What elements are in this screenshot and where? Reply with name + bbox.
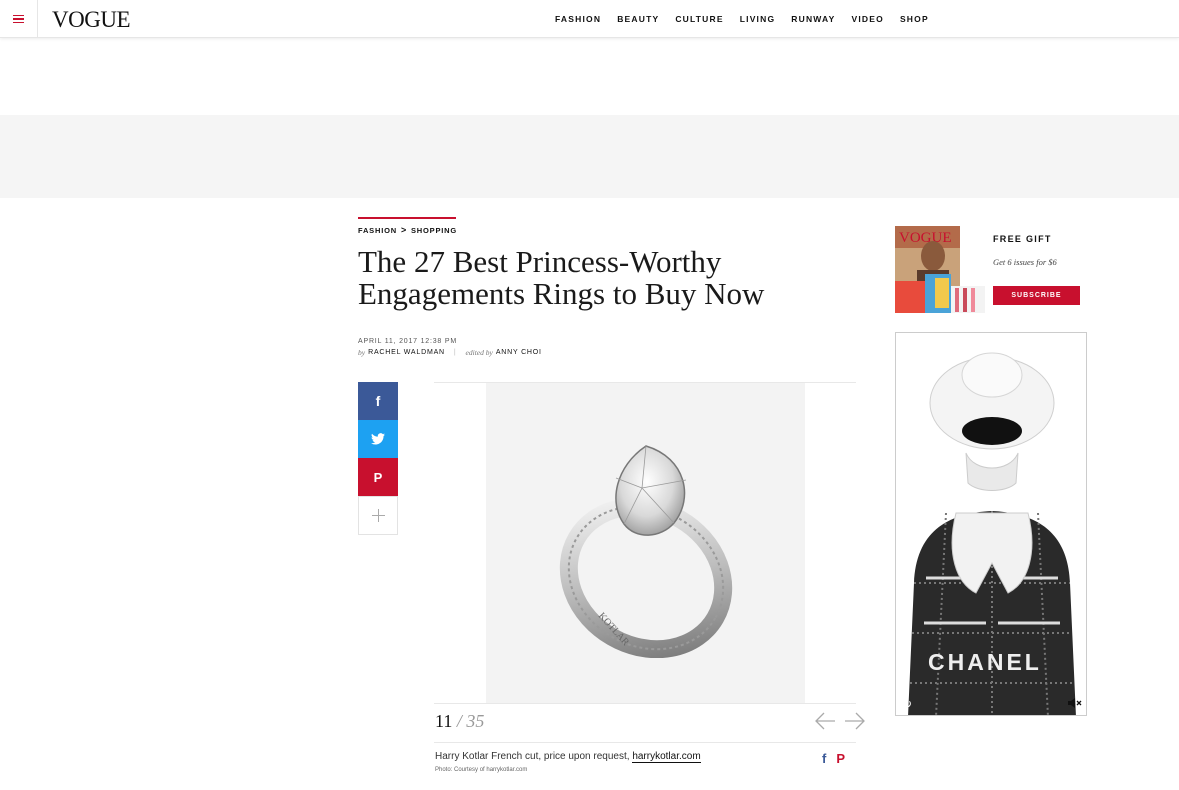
previous-slide-button[interactable]	[814, 711, 836, 731]
article-title: The 27 Best Princess-Worthy Engagements …	[358, 244, 765, 311]
more-share-button[interactable]	[358, 496, 398, 535]
main-nav: FASHION BEAUTY CULTURE LIVING RUNWAY VID…	[555, 14, 945, 24]
twitter-icon	[371, 433, 385, 445]
leaderboard-ad-slot	[0, 115, 1179, 198]
breadcrumb: FASHION > SHOPPING	[358, 217, 456, 235]
magazine-cover-art: VOGUE	[895, 226, 985, 313]
subscribe-button[interactable]: SUBSCRIBE	[993, 286, 1080, 305]
editor-link[interactable]: ANNY CHOI	[496, 349, 542, 356]
sidebar-ad[interactable]: CHANEL ↻	[895, 332, 1087, 716]
nav-living[interactable]: LIVING	[740, 14, 776, 24]
pinterest-share-button[interactable]: P	[358, 458, 398, 496]
caption-facebook-icon[interactable]: f	[822, 751, 826, 766]
promo-title: FREE GIFT	[993, 234, 1052, 244]
caption-link[interactable]: harrykotlar.com	[632, 751, 701, 763]
by-prefix: by	[358, 348, 366, 357]
hamburger-icon	[13, 14, 24, 24]
next-slide-button[interactable]	[844, 711, 866, 731]
gallery-bottom-divider	[434, 703, 856, 704]
photo-credit: Photo: Courtesy of harrykotlar.com	[435, 767, 528, 773]
article-meta: APRIL 11, 2017 12:38 PM by RACHEL WALDMA…	[358, 338, 542, 357]
ring-image: KOTLAR	[559, 445, 732, 658]
breadcrumb-fashion[interactable]: FASHION	[358, 226, 397, 235]
caption-pinterest-icon[interactable]: P	[836, 751, 845, 766]
nav-culture[interactable]: CULTURE	[675, 14, 723, 24]
nav-beauty[interactable]: BEAUTY	[617, 14, 659, 24]
vogue-logo[interactable]: VOGUE	[52, 7, 131, 33]
caption-text: Harry Kotlar French cut, price upon requ…	[435, 751, 633, 762]
replay-icon[interactable]: ↻	[902, 697, 912, 711]
gallery-arrows	[806, 711, 866, 731]
twitter-share-button[interactable]	[358, 420, 398, 458]
breadcrumb-separator: >	[400, 225, 407, 235]
promo-subtitle: Get 6 issues for $6	[993, 257, 1057, 267]
slide-slash: /	[456, 711, 462, 731]
caption-divider	[434, 742, 856, 743]
ad-brand-text: CHANEL	[928, 649, 1042, 675]
nav-shop[interactable]: SHOP	[900, 14, 929, 24]
nav-video[interactable]: VIDEO	[851, 14, 883, 24]
nav-fashion[interactable]: FASHION	[555, 14, 601, 24]
caption-share: f P	[822, 751, 845, 766]
gallery-slide-image[interactable]: KOTLAR	[486, 383, 805, 703]
edited-prefix: edited by	[465, 348, 493, 357]
arrow-left-icon	[815, 712, 835, 730]
mute-icon[interactable]	[1066, 695, 1082, 711]
slide-counter: 11 / 35	[435, 711, 484, 732]
pinterest-icon: P	[373, 469, 383, 485]
top-navigation-bar: VOGUE FASHION BEAUTY CULTURE LIVING RUNW…	[0, 0, 1179, 38]
breadcrumb-shopping[interactable]: SHOPPING	[411, 226, 457, 235]
meta-divider: |	[453, 349, 457, 356]
author-link[interactable]: RACHEL WALDMAN	[368, 349, 445, 356]
magazine-cover[interactable]: VOGUE	[895, 226, 985, 313]
hamburger-menu-button[interactable]	[0, 0, 38, 38]
plus-icon	[371, 509, 385, 522]
slide-total: 35	[466, 711, 485, 731]
publish-date: APRIL 11, 2017 12:38 PM	[358, 338, 457, 345]
arrow-right-icon	[845, 712, 865, 730]
facebook-icon: f	[375, 393, 381, 409]
magazine-logo: VOGUE	[899, 230, 952, 246]
slide-caption: Harry Kotlar French cut, price upon requ…	[435, 751, 701, 763]
slide-current: 11	[435, 711, 453, 731]
facebook-share-button[interactable]: f	[358, 382, 398, 420]
nav-runway[interactable]: RUNWAY	[791, 14, 835, 24]
share-rail: f P	[358, 382, 398, 535]
